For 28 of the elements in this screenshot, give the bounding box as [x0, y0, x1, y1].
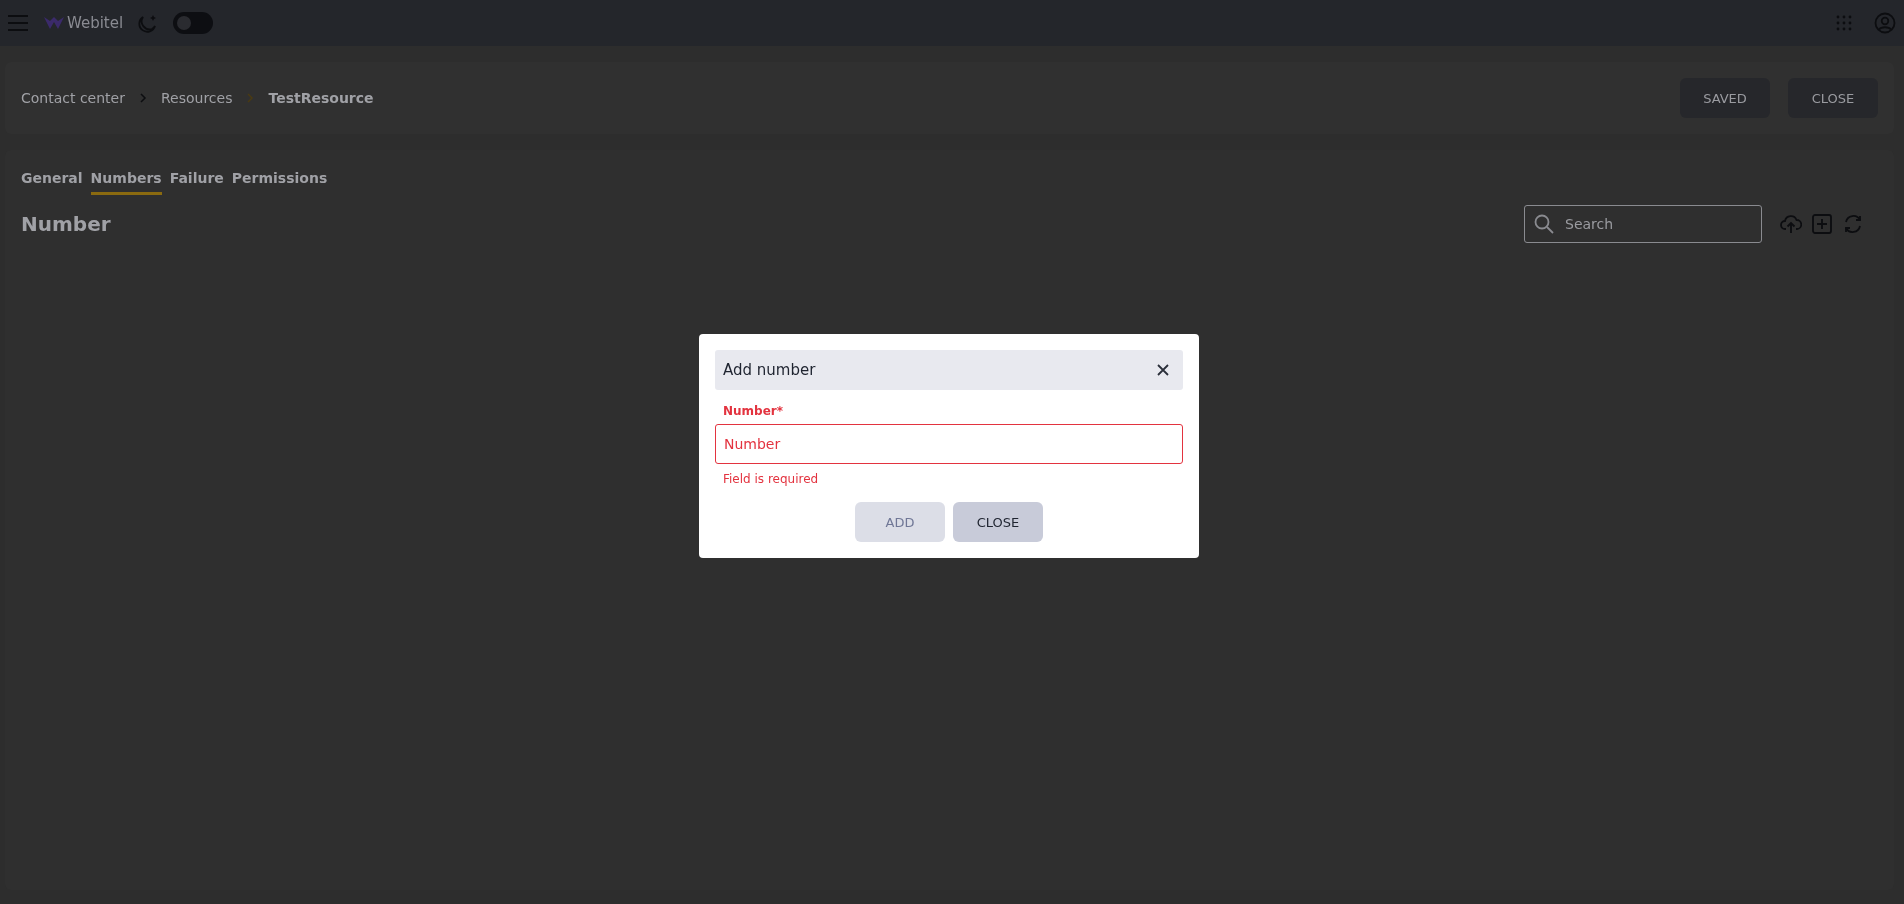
- menu-icon[interactable]: [7, 14, 29, 32]
- section-title: Number: [21, 212, 111, 236]
- number-input-field[interactable]: Number: [715, 424, 1183, 464]
- validation-message: Field is required: [723, 472, 819, 486]
- close-button[interactable]: CLOSE: [953, 502, 1043, 542]
- close-button[interactable]: CLOSE: [1788, 78, 1878, 118]
- refresh-icon[interactable]: [1842, 213, 1864, 235]
- dark-mode-toggle[interactable]: [173, 12, 214, 34]
- upload-cloud-icon[interactable]: [1780, 214, 1802, 234]
- tab[interactable]: Failure: [169, 170, 224, 195]
- search-field[interactable]: Search: [1524, 205, 1762, 243]
- breadcrumb-link[interactable]: Resources: [160, 90, 233, 106]
- logo-icon: [43, 15, 65, 31]
- breadcrumb-link[interactable]: Contact center: [21, 90, 125, 106]
- search-icon: [1534, 214, 1554, 234]
- save-button[interactable]: SAVED: [1680, 78, 1770, 118]
- brand-name: Webitel: [67, 14, 124, 32]
- chevron-icon: [138, 93, 147, 103]
- tab[interactable]: Permissions: [231, 170, 328, 195]
- apps-grid-icon[interactable]: [1836, 15, 1852, 31]
- tab[interactable]: General: [21, 170, 83, 195]
- chevron-icon: [246, 93, 255, 103]
- user-avatar-icon[interactable]: [1874, 12, 1896, 34]
- field-label: Number*: [723, 404, 783, 418]
- close-icon[interactable]: [1157, 364, 1169, 376]
- add-icon[interactable]: [1812, 214, 1832, 234]
- dialog-title: Add number: [723, 361, 816, 379]
- tab[interactable]: Numbers: [90, 170, 162, 195]
